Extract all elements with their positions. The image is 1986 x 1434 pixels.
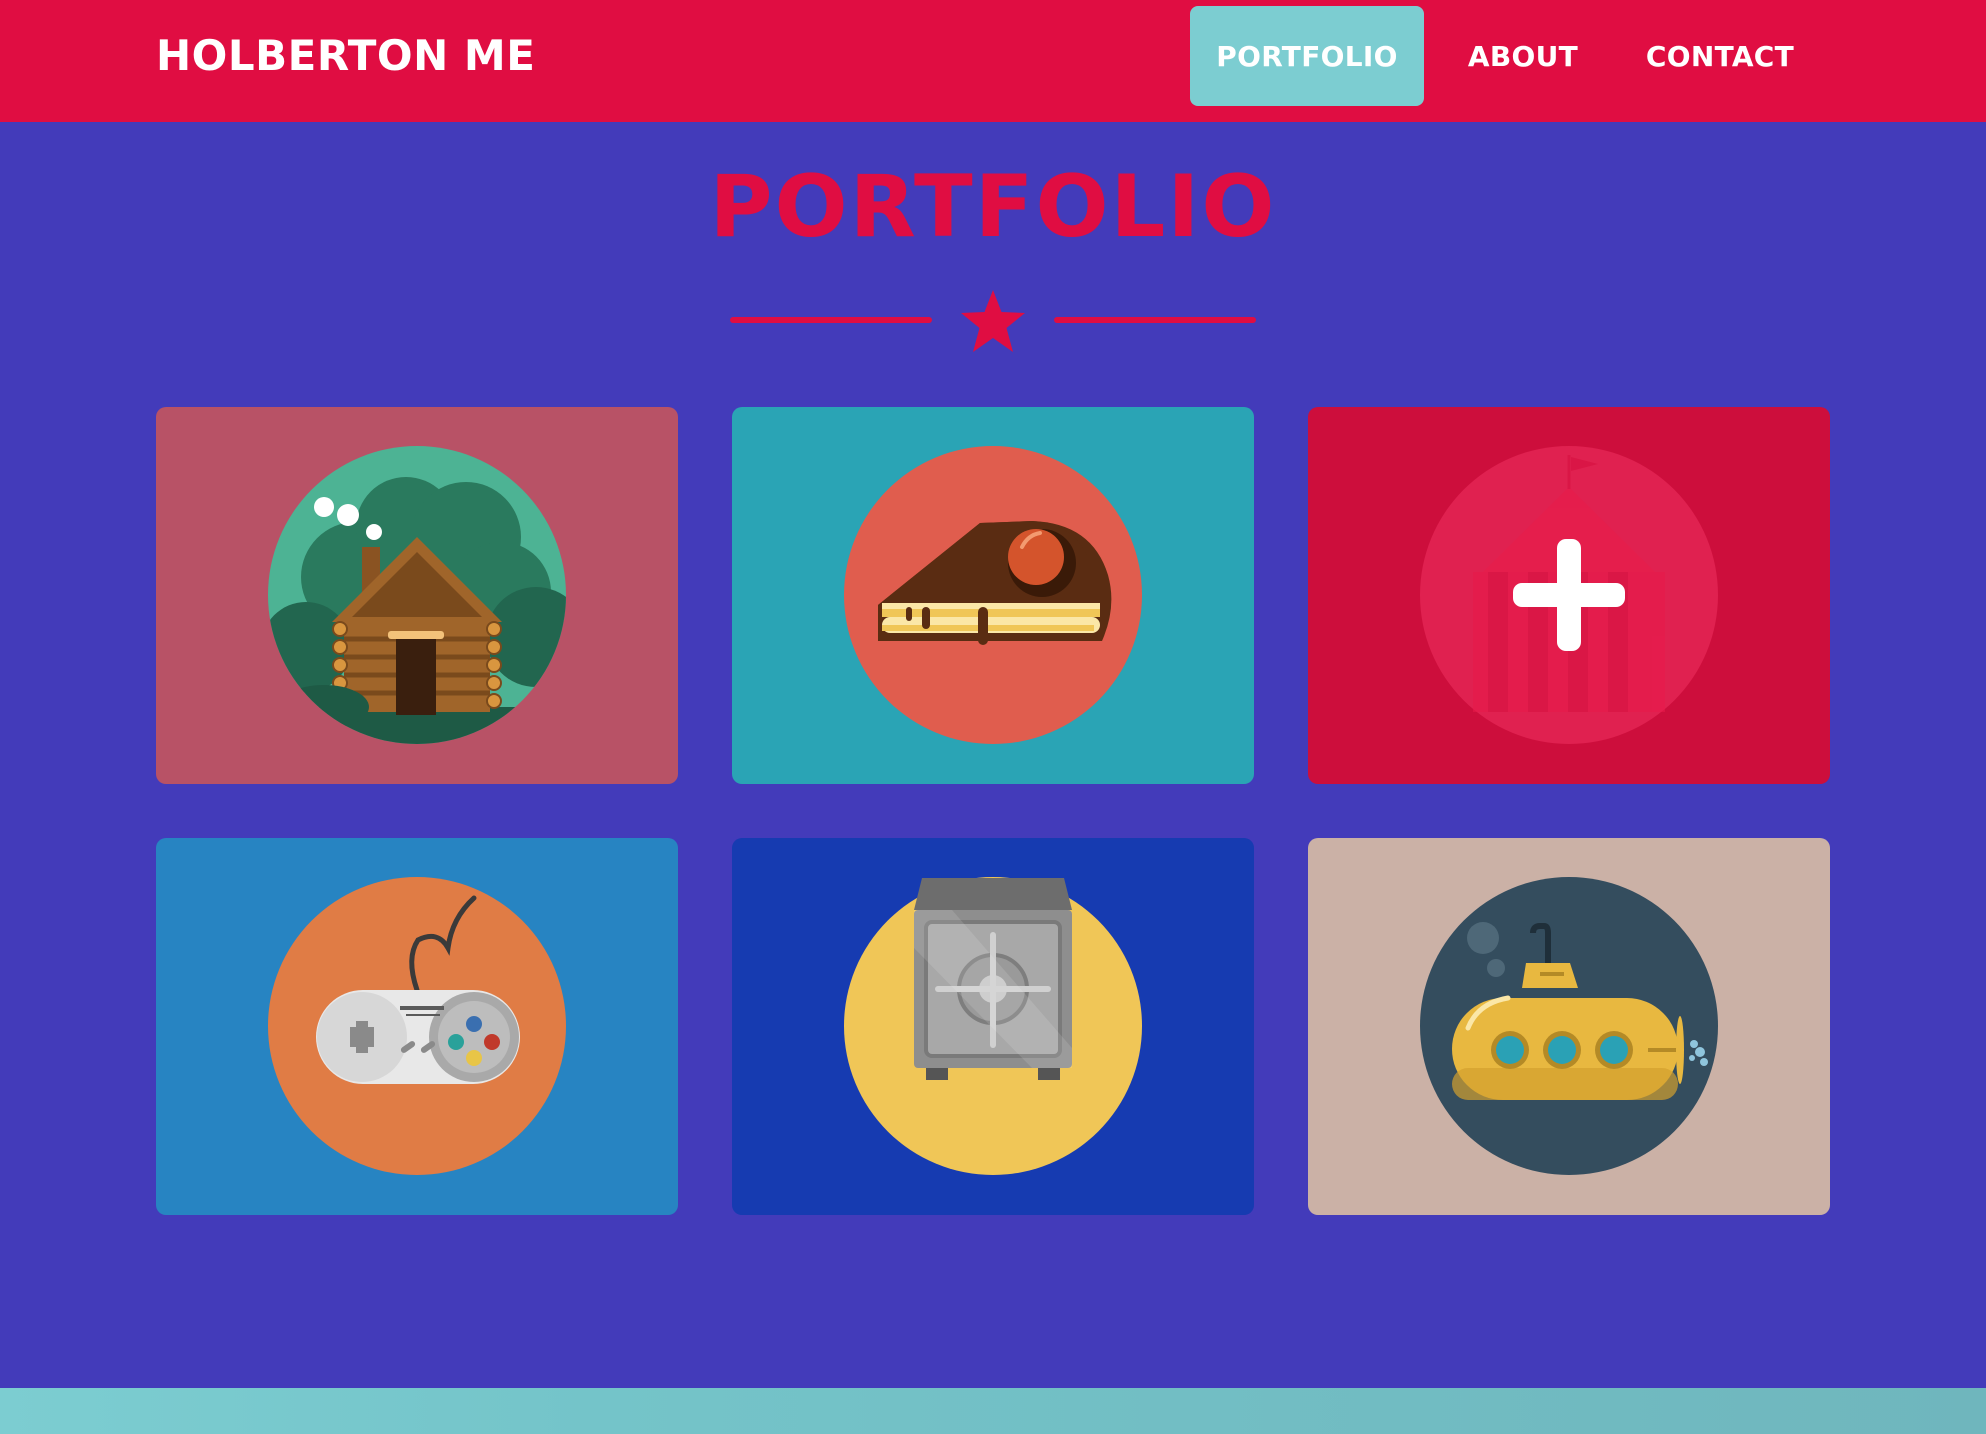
portfolio-item-controller[interactable] bbox=[156, 838, 678, 1215]
nav-link-portfolio[interactable]: PORTFOLIO bbox=[1190, 6, 1424, 106]
nav-link-contact[interactable]: CONTACT bbox=[1620, 6, 1820, 106]
footer-bar bbox=[0, 1388, 1986, 1434]
portfolio-item-cabin[interactable] bbox=[156, 407, 678, 784]
game-controller-icon bbox=[268, 877, 566, 1175]
portfolio-title: PORTFOLIO bbox=[709, 157, 1277, 257]
star-icon bbox=[961, 290, 1025, 352]
portfolio-item-safe[interactable] bbox=[732, 838, 1254, 1215]
portfolio-item-submarine[interactable] bbox=[1308, 838, 1830, 1215]
portfolio-item-cake[interactable] bbox=[732, 407, 1254, 784]
submarine-icon bbox=[1420, 877, 1718, 1175]
portfolio-item-circus[interactable] bbox=[1308, 407, 1830, 784]
plus-icon bbox=[1513, 539, 1625, 651]
navbar: HOLBERTON ME PORTFOLIO ABOUT CONTACT bbox=[0, 0, 1986, 122]
nav-link-about[interactable]: ABOUT bbox=[1440, 6, 1606, 106]
cake-icon bbox=[844, 446, 1142, 744]
brand-logo[interactable]: HOLBERTON ME bbox=[156, 28, 535, 84]
divider-line-right bbox=[1054, 317, 1256, 323]
divider-line-left bbox=[730, 317, 932, 323]
cabin-icon bbox=[268, 446, 566, 744]
safe-icon bbox=[844, 877, 1142, 1175]
